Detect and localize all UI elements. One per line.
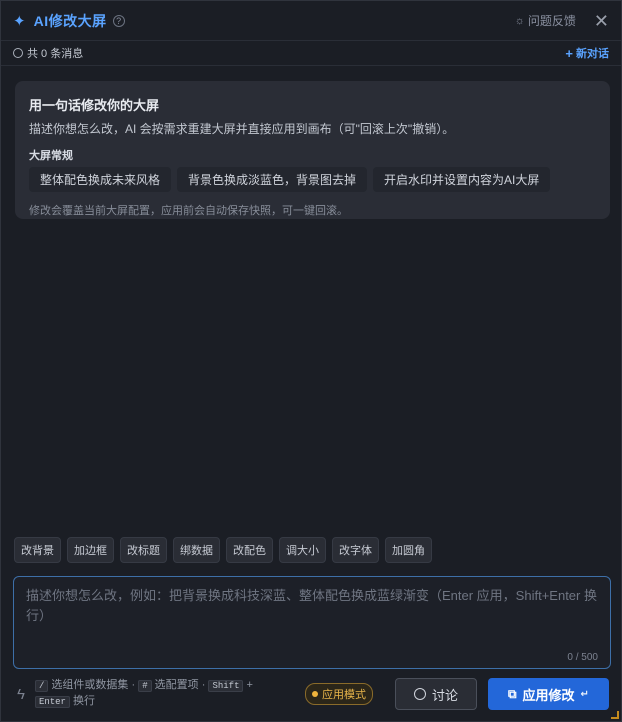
new-chat-label: 新对话 [576,48,609,60]
welcome-card: 用一句话修改你的大屏 描述你想怎么改，AI 会按需求重建大屏并直接应用到画布（可… [15,81,610,219]
hint-text: 换行 [73,695,96,707]
ai-screen-editor-panel: ✦ AI修改大屏 ? ☼ 问题反馈 ✕ 共 0 条消息 + 新对话 用一句话修改… [0,0,622,722]
status-dot-icon [311,691,318,697]
quick-action-bar: 改背景 加边框 改标题 绑数据 改配色 调大小 改字体 加圆角 [14,537,432,563]
quick-action-chip[interactable]: 改背景 [14,537,61,563]
apply-icon: ⧉ [507,686,517,701]
hint-plus: + [246,679,253,691]
chat-bubble-icon [413,688,426,700]
conversation-bar: 共 0 条消息 + 新对话 [1,41,621,66]
resize-handle-icon[interactable] [611,711,619,719]
apply-mode-label: 应用模式 [321,689,366,701]
hint-key-slash: / [34,680,49,692]
suggestion-chip[interactable]: 开启水印并设置内容为AI大屏 [373,167,551,192]
panel-title: AI修改大屏 [33,12,107,29]
chat-bubble-icon [13,48,23,58]
suggestion-chip[interactable]: 背景色换成淡蓝色，背景图去掉 [177,167,368,192]
hint-text: 选配置项 · [154,679,206,691]
suggestion-chip[interactable]: 整体配色换成未来风格 [29,167,172,192]
composer-footer: ϟ / 选组件或数据集 · # 选配置项 · Shift + Enter 换行 … [13,677,611,711]
quick-action-chip[interactable]: 改配色 [226,537,273,563]
discuss-label: 讨论 [431,687,458,703]
hint-key-shift: Shift [208,680,244,692]
prompt-textarea[interactable] [14,577,610,647]
char-counter: 0 / 500 [567,652,598,663]
hint-key-hash: # [138,680,152,692]
hint-text: 选组件或数据集 · [51,679,136,691]
panel-header: ✦ AI修改大屏 ? ☼ 问题反馈 ✕ [1,1,621,41]
welcome-description: 描述你想怎么改，AI 会按需求重建大屏并直接应用到画布（可"回滚上次"撤销）。 [29,122,455,136]
discuss-button[interactable]: 讨论 [394,678,477,710]
hint-key-enter: Enter [34,696,70,708]
quick-action-chip[interactable]: 加圆角 [385,537,432,563]
quick-action-chip[interactable]: 绑数据 [173,537,220,563]
welcome-heading: 用一句话修改你的大屏 [29,98,160,113]
enter-key-icon: ↵ [580,688,589,700]
help-icon[interactable]: ? [112,14,125,27]
message-count: 共 0 条消息 [27,48,84,60]
lightning-icon[interactable]: ϟ [17,686,25,703]
prompt-input-box: 0 / 500 [13,576,611,669]
quick-action-chip[interactable]: 改标题 [120,537,167,563]
bug-icon: ☼ [514,14,525,27]
quick-action-chip[interactable]: 加边框 [67,537,114,563]
apply-changes-button[interactable]: ⧉ 应用修改 ↵ [487,678,609,710]
feedback-link[interactable]: ☼ 问题反馈 [515,12,576,29]
sparkle-icon: ✦ [13,12,26,30]
apply-label: 应用修改 [522,687,575,703]
plus-icon: + [565,45,573,61]
new-chat-button[interactable]: + 新对话 [565,45,609,61]
close-icon[interactable]: ✕ [594,12,609,30]
welcome-note: 修改会覆盖当前大屏配置，应用前会自动保存快照，可一键回滚。 [29,205,348,217]
quick-action-chip[interactable]: 改字体 [332,537,379,563]
quick-action-chip[interactable]: 调大小 [279,537,326,563]
feedback-label: 问题反馈 [527,14,576,28]
suggestion-section-label: 大屏常规 [29,150,73,162]
suggestion-list: 整体配色换成未来风格 背景色换成淡蓝色，背景图去掉 开启水印并设置内容为AI大屏 [29,167,596,192]
keyboard-hints: / 选组件或数据集 · # 选配置项 · Shift + Enter 换行 [34,678,285,710]
apply-mode-badge[interactable]: 应用模式 [304,683,373,705]
